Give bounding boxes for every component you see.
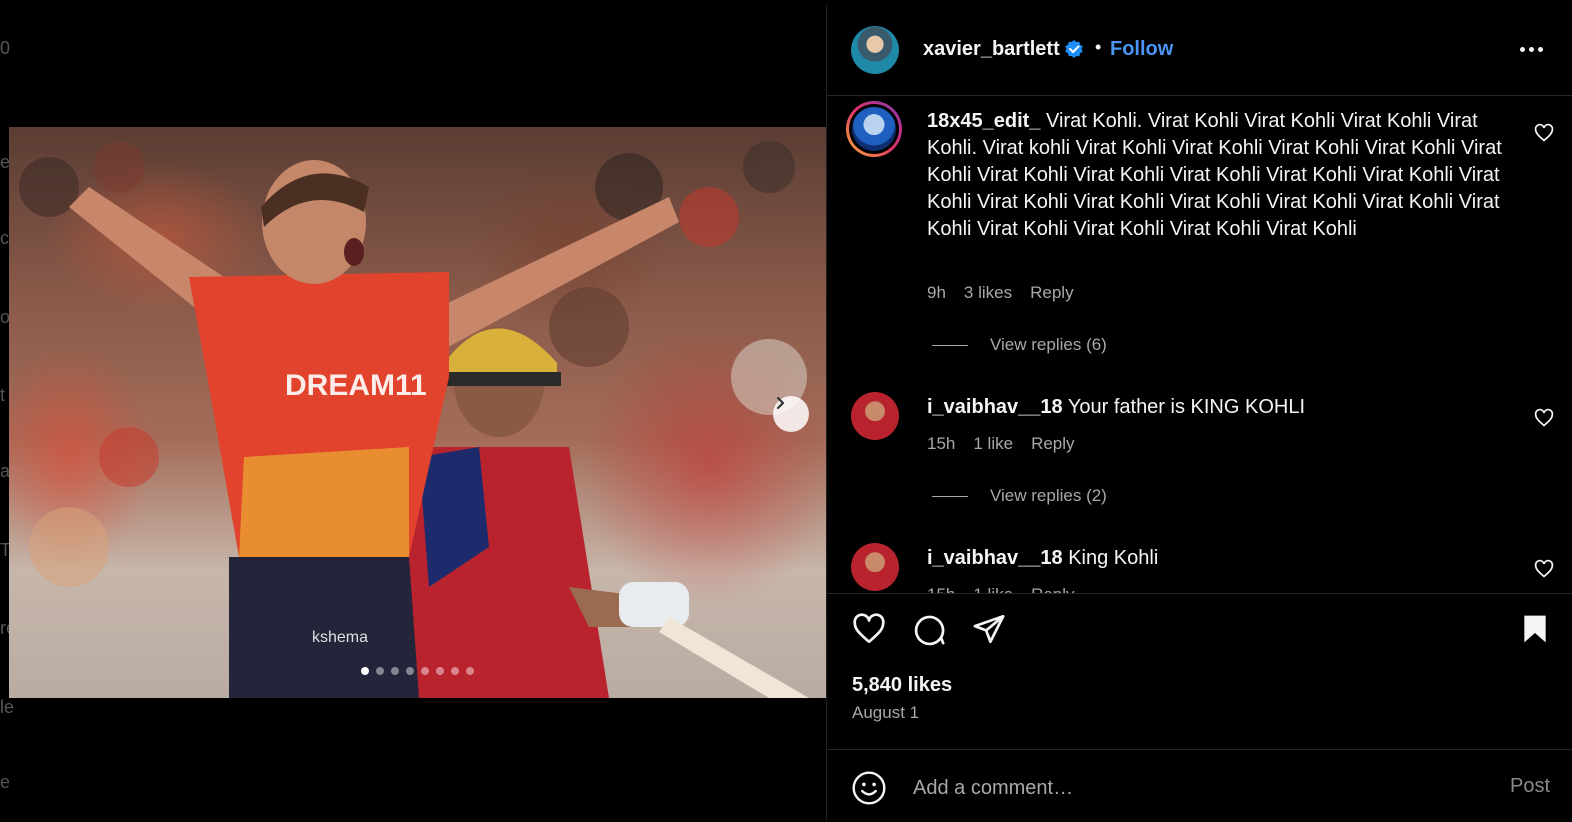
reply-button[interactable]: Reply — [1030, 283, 1073, 303]
carousel-next-button[interactable] — [773, 396, 809, 432]
comment-meta: 15h 1 like Reply — [927, 434, 1075, 454]
commenter-avatar[interactable] — [851, 543, 899, 591]
jersey-text: DREAM11 — [285, 369, 427, 402]
background-char: 0 — [0, 38, 11, 58]
separator-dot: • — [1095, 37, 1102, 57]
replies-divider — [932, 495, 968, 497]
comment-icon[interactable] — [911, 612, 947, 651]
story-ring[interactable] — [846, 101, 902, 157]
comment-time[interactable]: 15h — [927, 434, 955, 454]
view-replies-label: View replies (6) — [990, 335, 1107, 354]
commenter-avatar[interactable] — [851, 392, 899, 440]
comment-meta: 15h 1 like Reply — [927, 585, 1075, 593]
comment-likes[interactable]: 1 like — [973, 585, 1013, 593]
replies-divider — [932, 344, 968, 346]
heart-icon[interactable] — [851, 612, 887, 651]
view-replies-button[interactable]: View replies (6) — [932, 335, 1107, 355]
emoji-icon[interactable] — [851, 770, 887, 811]
comment-meta: 9h 3 likes Reply — [927, 283, 1074, 303]
post-header: xavier_bartlett • Follow — [827, 5, 1572, 96]
comment-like-heart-icon[interactable] — [1534, 408, 1554, 433]
view-replies-button[interactable]: View replies (2) — [932, 486, 1107, 506]
comment-body: 18x45_edit_ Virat Kohli. Virat Kohli Vir… — [927, 108, 1507, 243]
follow-button[interactable]: Follow — [1110, 38, 1173, 61]
verified-badge-icon — [1064, 39, 1084, 64]
view-replies-label: View replies (2) — [990, 486, 1107, 505]
chevron-right-icon — [776, 396, 785, 410]
author-username[interactable]: xavier_bartlett — [923, 38, 1060, 61]
comment-likes[interactable]: 3 likes — [964, 283, 1012, 303]
comment-like-heart-icon[interactable] — [1534, 123, 1554, 148]
carousel-dot[interactable] — [466, 667, 474, 675]
post-date: August 1 — [852, 703, 920, 722]
carousel-dot[interactable] — [406, 667, 414, 675]
post-photo[interactable]: DREAM11 kshema — [9, 127, 826, 698]
comments-list[interactable]: 18x45_edit_ Virat Kohli. Virat Kohli Vir… — [827, 96, 1572, 593]
comment-time[interactable]: 15h — [927, 585, 955, 593]
comment-body: i_vaibhav__18 Your father is KING KOHLI — [927, 394, 1507, 421]
add-comment-bar: Post — [827, 749, 1572, 822]
carousel-dot[interactable] — [376, 667, 384, 675]
reply-button[interactable]: Reply — [1031, 434, 1074, 454]
comment-username[interactable]: i_vaibhav__18 — [927, 396, 1063, 418]
carousel-dot[interactable] — [451, 667, 459, 675]
comment-username[interactable]: 18x45_edit_ — [927, 110, 1040, 132]
comment-username[interactable]: i_vaibhav__18 — [927, 547, 1063, 569]
comment-like-heart-icon[interactable] — [1534, 559, 1554, 584]
carousel-dot[interactable] — [361, 667, 369, 675]
bookmark-icon[interactable] — [1519, 612, 1551, 651]
background-char: t — [0, 385, 6, 405]
more-options-icon[interactable] — [1520, 47, 1543, 52]
background-char: le — [0, 697, 15, 717]
author-avatar[interactable] — [851, 26, 899, 74]
photo-illustration: DREAM11 kshema — [19, 141, 809, 698]
carousel-indicator — [361, 667, 474, 675]
commenter-avatar — [852, 107, 896, 151]
background-char: e — [0, 772, 11, 792]
comment-body: i_vaibhav__18 King Kohli — [927, 545, 1507, 572]
likes-count[interactable]: 5,840 likes — [852, 674, 952, 697]
carousel-dot[interactable] — [436, 667, 444, 675]
carousel-dot[interactable] — [391, 667, 399, 675]
carousel-dot[interactable] — [421, 667, 429, 675]
comment-input[interactable] — [911, 772, 1455, 804]
sponsor-text: kshema — [312, 629, 368, 646]
reply-button[interactable]: Reply — [1031, 585, 1074, 593]
post-actions-bar — [827, 593, 1572, 654]
comment-likes[interactable]: 1 like — [973, 434, 1013, 454]
send-icon[interactable] — [971, 612, 1007, 651]
comment-time[interactable]: 9h — [927, 283, 946, 303]
comment-text: King Kohli — [1068, 547, 1159, 569]
post-panel: xavier_bartlett • Follow 18x45_edit_ Vir… — [826, 5, 1572, 821]
comment-text: Your father is KING KOHLI — [1067, 396, 1305, 418]
post-comment-button[interactable]: Post — [1510, 775, 1550, 798]
